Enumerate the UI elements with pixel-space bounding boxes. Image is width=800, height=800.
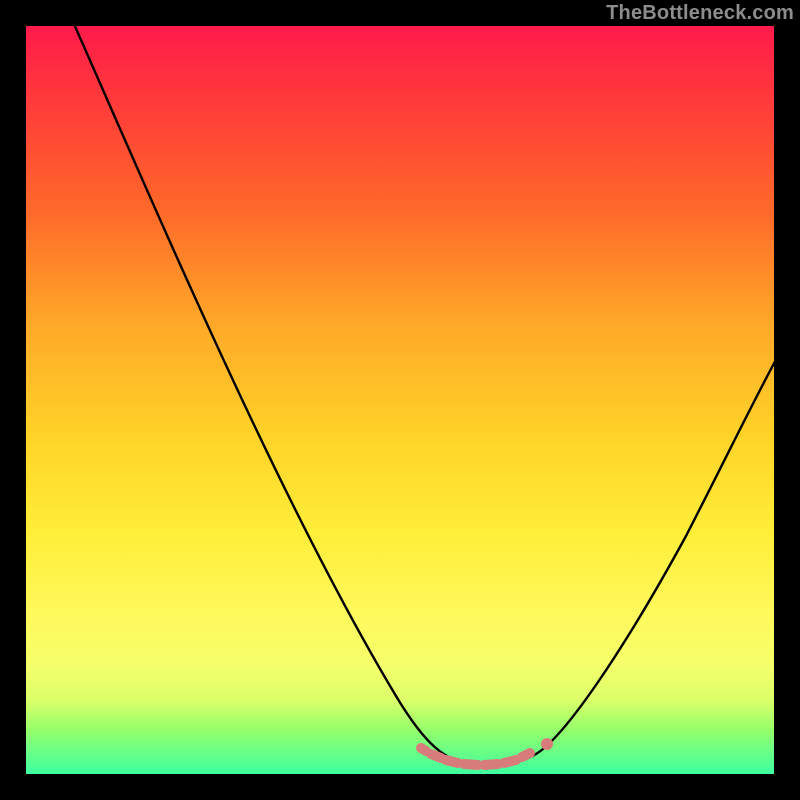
plot-area (26, 26, 774, 774)
bottleneck-curve-svg (26, 26, 774, 774)
chart-frame: TheBottleneck.com (0, 0, 800, 800)
right-knee-marker (541, 738, 553, 750)
watermark-text: TheBottleneck.com (606, 2, 794, 25)
bottleneck-curve (66, 26, 774, 765)
